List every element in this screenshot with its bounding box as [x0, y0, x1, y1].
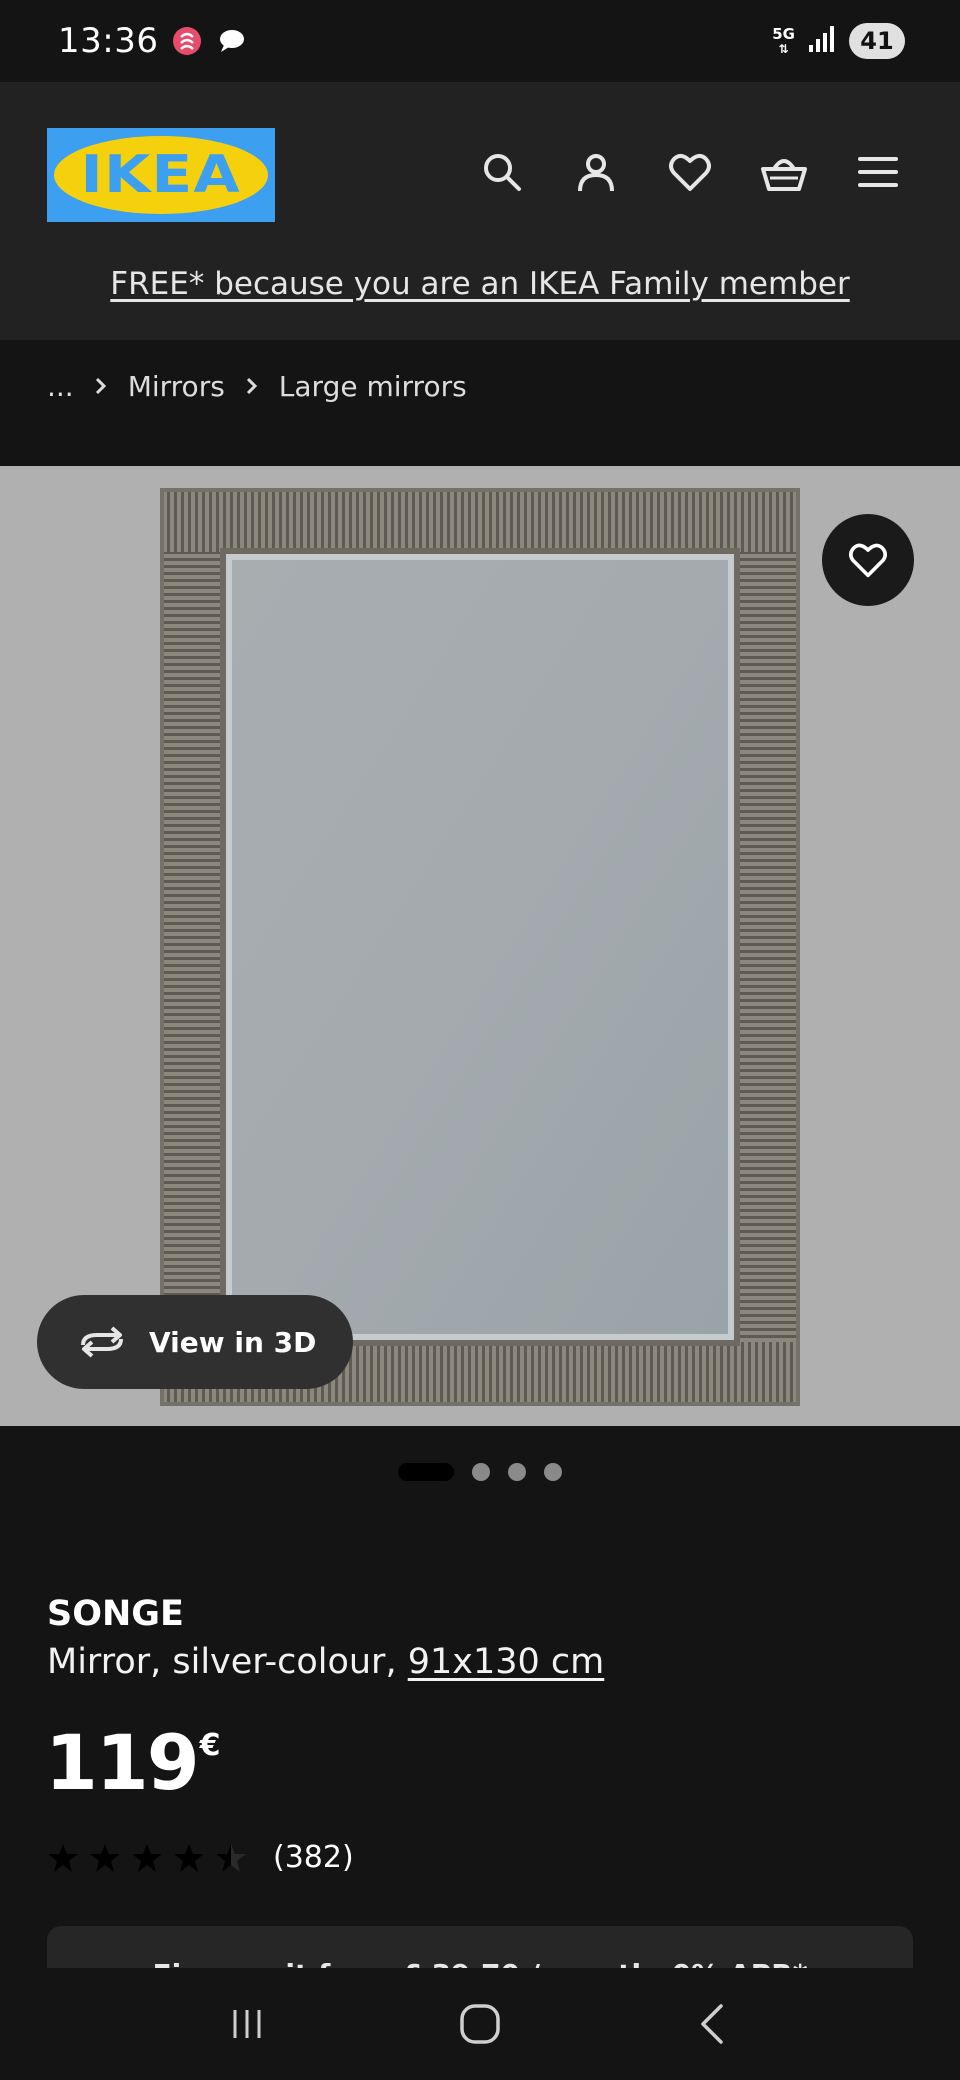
product-size-link[interactable]: 91x130 cm: [408, 1642, 605, 1682]
star-icon: [174, 1843, 204, 1872]
view-in-3d-button[interactable]: View in 3D: [37, 1295, 353, 1389]
basket-icon[interactable]: [760, 148, 808, 196]
status-right: 5G ⇅ 41: [772, 23, 905, 59]
status-time: 13:36: [58, 21, 159, 61]
price-integer: 119: [45, 1718, 200, 1807]
product-name: SONGE: [47, 1594, 184, 1634]
carousel-dot-4[interactable]: [544, 1463, 562, 1481]
heart-icon: [849, 543, 887, 578]
breadcrumb-large-mirrors[interactable]: Large mirrors: [279, 370, 467, 403]
home-button[interactable]: [450, 1994, 510, 2054]
ikea-logo[interactable]: IKEA: [47, 128, 275, 222]
product-rating[interactable]: (382): [47, 1840, 354, 1875]
account-icon[interactable]: [572, 148, 620, 196]
carousel-dot-1[interactable]: [398, 1463, 454, 1481]
view-in-3d-label: View in 3D: [149, 1325, 317, 1359]
breadcrumb-mirrors[interactable]: Mirrors: [128, 370, 225, 403]
product-type: Mirror, silver-colour,: [47, 1642, 397, 1682]
carousel-dot-2[interactable]: [472, 1463, 490, 1481]
add-to-favourites-button[interactable]: [822, 514, 914, 606]
site-header: IKEA FREE* because you are an IKEA Famil…: [0, 82, 960, 340]
carousel-indicator: [0, 1463, 960, 1481]
mirror-product-image: [160, 488, 800, 1406]
star-icon: [132, 1843, 162, 1872]
star-icon: [48, 1843, 78, 1872]
breadcrumb-more[interactable]: ...: [47, 370, 74, 403]
product-price: 119 €: [45, 1720, 221, 1806]
home-icon: [460, 2004, 500, 2044]
heart-icon[interactable]: [666, 148, 714, 196]
chevron-right-icon: [94, 370, 108, 403]
recent-apps-button[interactable]: [217, 1994, 277, 2054]
menu-icon[interactable]: [854, 148, 902, 196]
price-currency: €: [199, 1728, 221, 1763]
product-description: Mirror, silver-colour, 91x130 cm: [47, 1642, 604, 1682]
status-left: 13:36: [58, 21, 246, 61]
search-icon[interactable]: [478, 148, 526, 196]
back-icon: [701, 2004, 724, 2044]
header-actions: [478, 148, 902, 196]
product-image-gallery[interactable]: View in 3D: [0, 466, 960, 1426]
chat-bubble-icon: [216, 26, 246, 56]
carousel-dot-3[interactable]: [508, 1463, 526, 1481]
recent-apps-icon: [233, 2010, 261, 2038]
system-nav-bar: [0, 1968, 960, 2080]
logo-text: IKEA: [80, 145, 242, 205]
battery-icon: 41: [849, 23, 905, 59]
star-icon: [90, 1843, 120, 1872]
half-star-icon: [216, 1843, 246, 1872]
family-banner-link[interactable]: FREE* because you are an IKEA Family mem…: [0, 266, 960, 302]
status-bar: 13:36 5G ⇅ 41: [0, 0, 960, 82]
breadcrumb: ... Mirrors Large mirrors: [47, 370, 467, 403]
signal-icon: [807, 25, 837, 57]
chevron-right-icon: [245, 370, 259, 403]
logo-oval: IKEA: [54, 136, 268, 214]
review-count: (382): [273, 1840, 354, 1875]
streak-app-icon: [172, 26, 202, 56]
network-type: 5G ⇅: [772, 24, 795, 56]
back-button[interactable]: [683, 1994, 743, 2054]
rotate-3d-icon: [81, 1326, 123, 1358]
